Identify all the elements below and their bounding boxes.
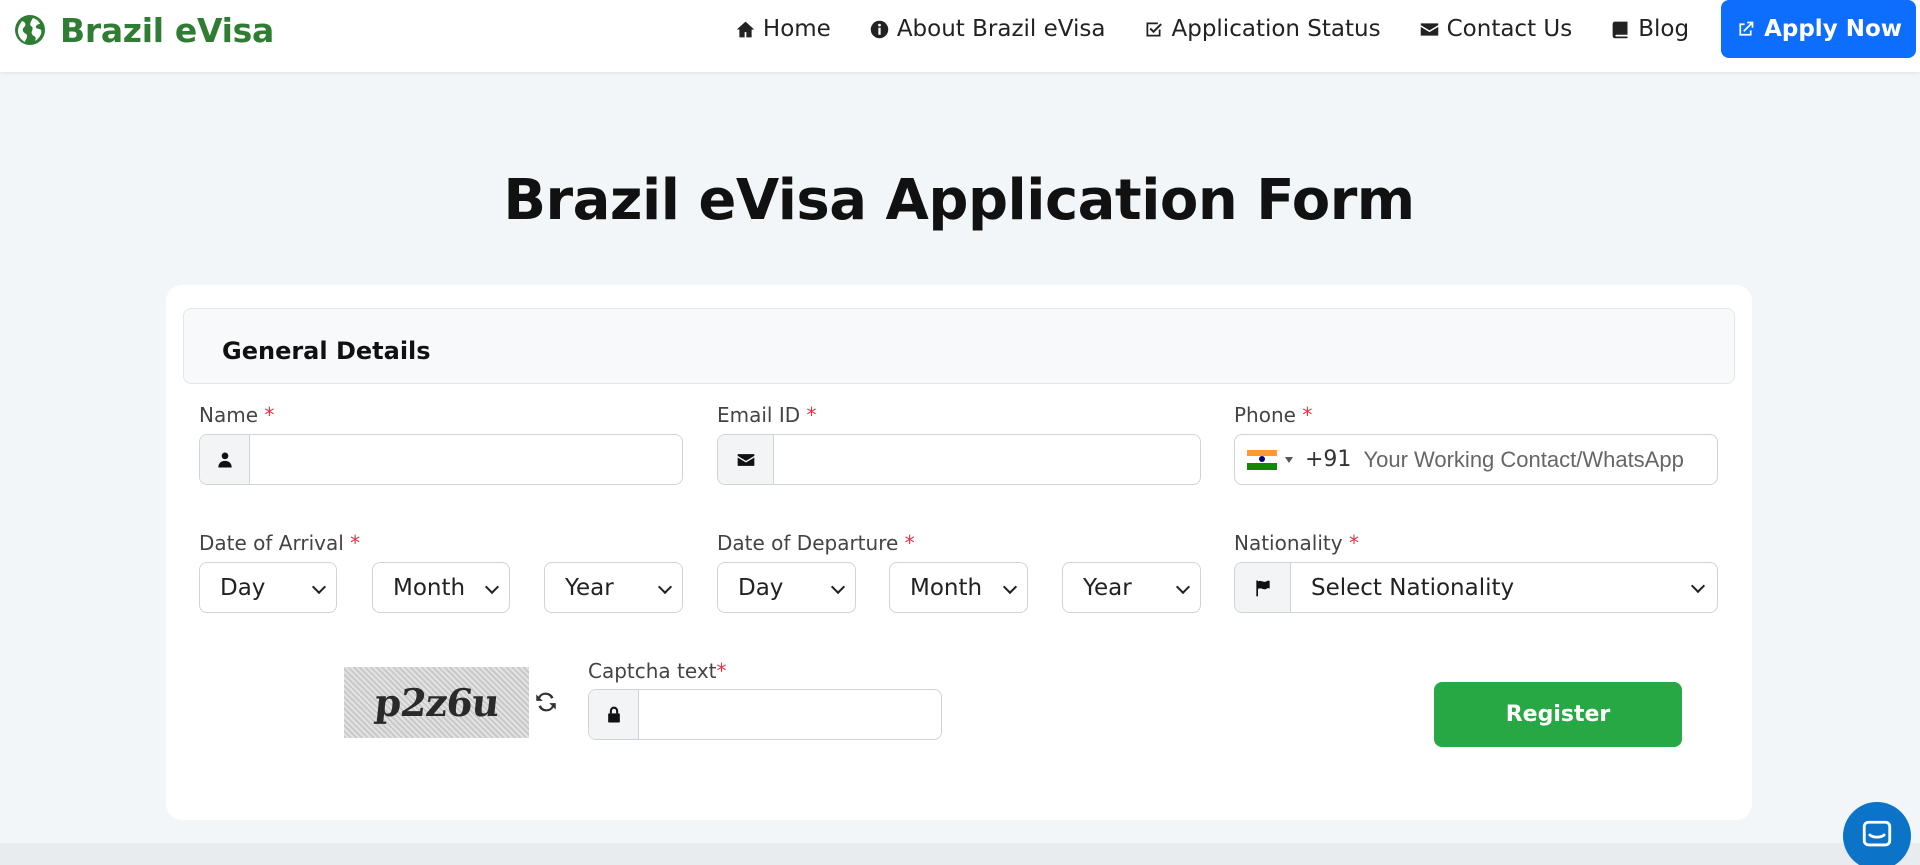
arrival-month-select[interactable]: Month xyxy=(372,562,510,613)
nav-application-status-label: Application Status xyxy=(1171,16,1381,42)
section-header: General Details xyxy=(183,308,1735,384)
arrival-label: Date of Arrival * xyxy=(199,531,361,555)
name-input[interactable] xyxy=(250,435,682,484)
main-nav: Home About Brazil eVisa Application Stat… xyxy=(735,0,1916,58)
email-label: Email ID * xyxy=(717,403,817,427)
chat-widget-button[interactable] xyxy=(1843,802,1911,865)
nationality-select[interactable]: Select Nationality xyxy=(1234,562,1718,613)
email-input[interactable] xyxy=(774,435,1200,484)
external-link-icon xyxy=(1739,21,1754,36)
nav-about-label: About Brazil eVisa xyxy=(896,16,1106,42)
nav-home[interactable]: Home xyxy=(735,16,831,42)
register-button[interactable]: Register xyxy=(1434,682,1682,747)
email-input-group xyxy=(717,434,1201,485)
apply-now-button[interactable]: Apply Now xyxy=(1721,0,1916,58)
captcha-label: Captcha text* xyxy=(588,659,727,683)
name-label: Name * xyxy=(199,403,275,427)
phone-input[interactable] xyxy=(1351,446,1717,473)
nav-contact-label: Contact Us xyxy=(1446,16,1573,42)
nav-application-status[interactable]: Application Status xyxy=(1143,16,1381,42)
refresh-icon[interactable] xyxy=(533,689,559,715)
chevron-down-icon[interactable] xyxy=(1285,456,1293,463)
user-icon xyxy=(217,452,232,467)
info-circle-icon xyxy=(870,20,889,38)
flag-icon xyxy=(1255,580,1270,596)
chevron-down-icon xyxy=(311,579,327,595)
phone-label: Phone * xyxy=(1234,403,1313,427)
brand-logo[interactable]: Brazil eVisa xyxy=(14,10,274,50)
chat-bubble-icon xyxy=(1862,820,1892,847)
nav-contact[interactable]: Contact Us xyxy=(1419,16,1573,42)
footer-strip xyxy=(0,843,1920,865)
chevron-down-icon xyxy=(484,579,500,595)
nav-blog[interactable]: Blog xyxy=(1610,16,1689,42)
departure-month-select[interactable]: Month xyxy=(889,562,1028,613)
envelope-icon xyxy=(737,453,754,466)
arrival-day-select[interactable]: Day xyxy=(199,562,337,613)
section-title: General Details xyxy=(222,337,431,365)
nationality-value: Select Nationality xyxy=(1311,574,1515,601)
arrival-year-select[interactable]: Year xyxy=(544,562,683,613)
envelope-icon xyxy=(1420,22,1438,36)
nationality-label: Nationality * xyxy=(1234,531,1359,555)
check-square-icon xyxy=(1146,22,1163,36)
nav-about[interactable]: About Brazil eVisa xyxy=(869,16,1106,42)
application-form-card: General Details Name * Email ID * Phone … xyxy=(166,285,1752,820)
nationality-addon xyxy=(1235,563,1291,612)
name-input-group xyxy=(199,434,683,485)
dial-code: +91 xyxy=(1305,447,1352,472)
top-navbar: Brazil eVisa Home About Brazil eVisa App… xyxy=(0,0,1920,72)
home-icon xyxy=(736,21,755,37)
nav-home-label: Home xyxy=(762,16,831,42)
chevron-down-icon xyxy=(1175,579,1191,595)
page-title: Brazil eVisa Application Form xyxy=(503,168,1415,233)
captcha-addon xyxy=(589,690,639,739)
departure-label: Date of Departure * xyxy=(717,531,915,555)
apply-now-label: Apply Now xyxy=(1764,16,1902,42)
chevron-down-icon xyxy=(1002,579,1018,595)
chevron-down-icon xyxy=(830,579,846,595)
lock-icon xyxy=(607,706,620,722)
brand-name: Brazil eVisa xyxy=(60,10,274,50)
globe-icon xyxy=(15,15,45,45)
departure-year-select[interactable]: Year xyxy=(1062,562,1201,613)
india-flag-icon[interactable] xyxy=(1247,449,1277,470)
phone-input-group: +91 xyxy=(1234,434,1718,485)
nav-blog-label: Blog xyxy=(1638,16,1690,42)
chevron-down-icon xyxy=(657,579,673,595)
captcha-image: p2z6u xyxy=(344,667,529,738)
book-icon xyxy=(1612,21,1628,38)
departure-day-select[interactable]: Day xyxy=(717,562,856,613)
captcha-input[interactable] xyxy=(639,690,941,739)
email-addon xyxy=(718,435,774,484)
captcha-input-group xyxy=(588,689,942,740)
name-addon xyxy=(200,435,250,484)
